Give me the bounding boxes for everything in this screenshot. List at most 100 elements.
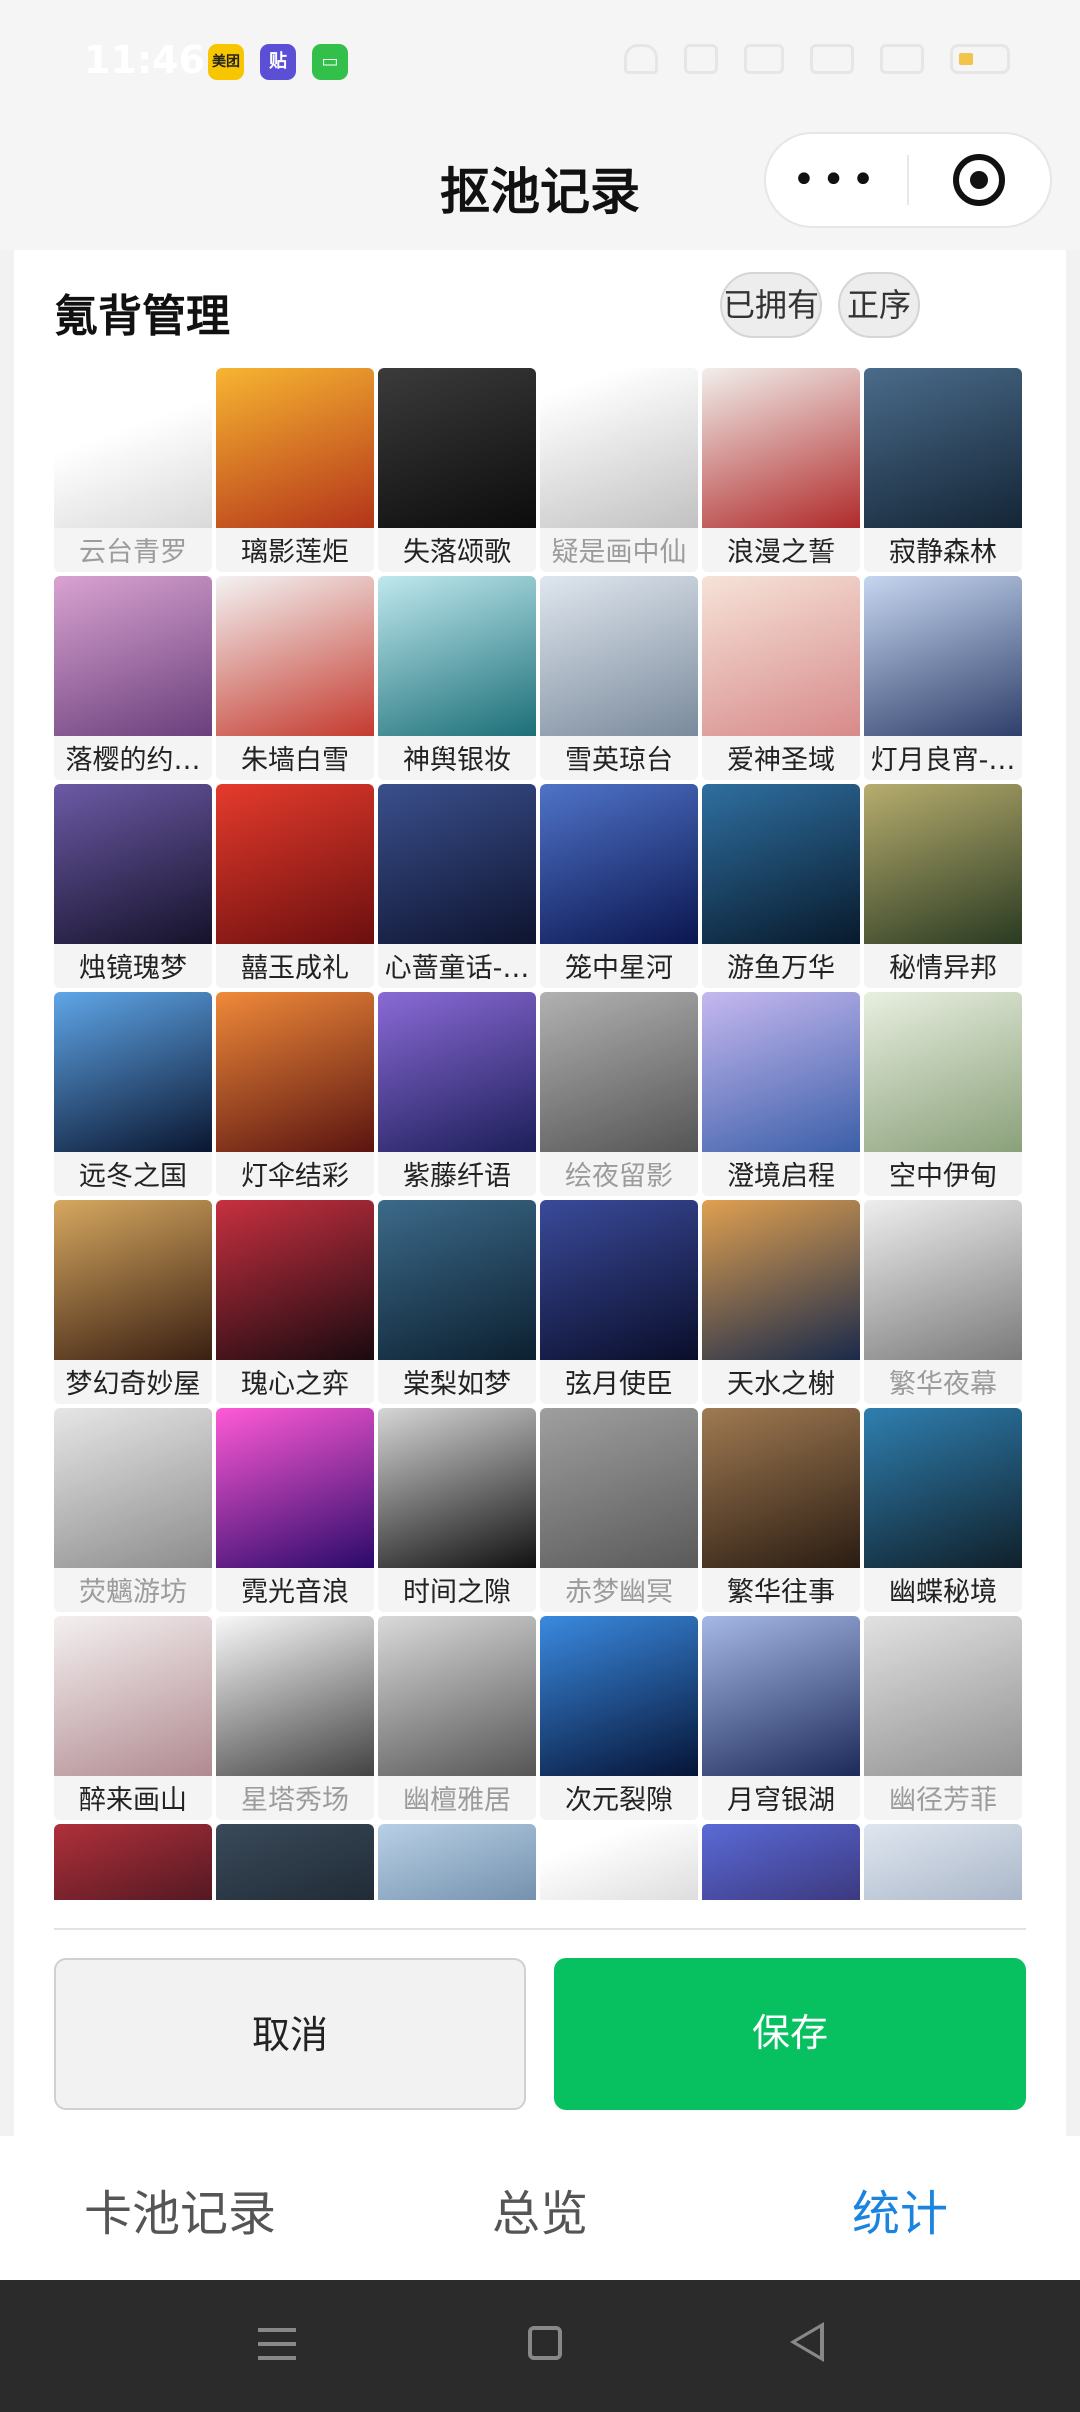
background-name: 游鱼万华 — [727, 953, 835, 984]
background-item[interactable] — [540, 1824, 698, 1900]
background-name: 璃影莲炬 — [241, 537, 349, 568]
back-icon[interactable] — [790, 2322, 824, 2362]
background-item[interactable]: 远冬之国 — [54, 992, 212, 1196]
background-thumbnail — [216, 784, 374, 944]
background-item[interactable]: 秘情异邦 — [864, 784, 1022, 988]
background-item[interactable] — [378, 1824, 536, 1900]
background-thumbnail — [864, 576, 1022, 736]
background-name: 疑是画中仙 — [551, 537, 687, 568]
background-item[interactable] — [216, 1824, 374, 1900]
background-item[interactable]: 时间之隙 — [378, 1408, 536, 1612]
panel-title: 氪背管理 — [54, 291, 230, 342]
background-item[interactable]: 落樱的约… — [54, 576, 212, 780]
background-item[interactable]: 荧魑游坊 — [54, 1408, 212, 1612]
background-thumbnail — [864, 1824, 1022, 1900]
background-item[interactable] — [702, 1824, 860, 1900]
background-item[interactable]: 灯伞结彩 — [216, 992, 374, 1196]
background-name: 落樱的约… — [65, 745, 201, 776]
background-thumbnail — [864, 1616, 1022, 1776]
background-thumbnail — [54, 1408, 212, 1568]
background-item[interactable]: 棠梨如梦 — [378, 1200, 536, 1404]
menu-icon[interactable] — [258, 2328, 296, 2360]
background-thumbnail — [864, 992, 1022, 1152]
background-thumbnail — [378, 1616, 536, 1776]
filter-owned-button[interactable]: 已拥有 — [720, 272, 822, 338]
background-item[interactable]: 爱神圣域 — [702, 576, 860, 780]
background-thumbnail — [378, 784, 536, 944]
background-item[interactable]: 笼中星河 — [540, 784, 698, 988]
message-app-icon: ▭ — [312, 44, 348, 80]
tab-overview[interactable]: 总览 — [492, 2174, 588, 2244]
background-item[interactable]: 幽蝶秘境 — [864, 1408, 1022, 1612]
background-item[interactable]: 雪英琼台 — [540, 576, 698, 780]
background-name: 天水之榭 — [727, 1369, 835, 1400]
home-icon[interactable] — [528, 2326, 562, 2360]
tab-statistics[interactable]: 统计 — [852, 2174, 948, 2244]
background-item[interactable]: 星塔秀场 — [216, 1616, 374, 1820]
background-item[interactable]: 月穹银湖 — [702, 1616, 860, 1820]
background-item[interactable]: 天水之榭 — [702, 1200, 860, 1404]
background-item[interactable]: 空中伊甸 — [864, 992, 1022, 1196]
background-thumbnail — [216, 576, 374, 736]
background-name: 灯月良宵-… — [870, 745, 1016, 776]
more-button[interactable]: ••• — [766, 157, 907, 203]
background-thumbnail — [54, 1200, 212, 1360]
background-item[interactable]: 绘夜留影 — [540, 992, 698, 1196]
background-item[interactable]: 浪漫之誓 — [702, 368, 860, 572]
background-name: 灯伞结彩 — [241, 1161, 349, 1192]
background-item[interactable]: 幽檀雅居 — [378, 1616, 536, 1820]
background-item[interactable]: 霓光音浪 — [216, 1408, 374, 1612]
background-thumbnail — [54, 576, 212, 736]
background-item[interactable]: 赤梦幽冥 — [540, 1408, 698, 1612]
background-item[interactable]: 澄境启程 — [702, 992, 860, 1196]
signal-icon — [810, 44, 854, 74]
background-thumbnail — [54, 1616, 212, 1776]
background-name: 失落颂歌 — [403, 537, 511, 568]
headphone-icon — [624, 44, 658, 74]
background-name: 赤梦幽冥 — [565, 1577, 673, 1608]
background-item[interactable]: 弦月使臣 — [540, 1200, 698, 1404]
background-thumbnail — [378, 992, 536, 1152]
background-thumbnail — [864, 784, 1022, 944]
background-thumbnail — [702, 992, 860, 1152]
background-name: 幽径芳菲 — [889, 1785, 997, 1816]
sort-order-button[interactable]: 正序 — [838, 272, 920, 338]
background-item[interactable]: 梦幻奇妙屋 — [54, 1200, 212, 1404]
background-item[interactable]: 疑是画中仙 — [540, 368, 698, 572]
background-item[interactable]: 朱墙白雪 — [216, 576, 374, 780]
background-item[interactable]: 瑰心之弈 — [216, 1200, 374, 1404]
background-item[interactable]: 繁华往事 — [702, 1408, 860, 1612]
save-button[interactable]: 保存 — [554, 1958, 1026, 2110]
background-thumbnail — [216, 1616, 374, 1776]
status-bar: 11:46 美团 贴 ▭ — [0, 0, 1080, 124]
background-item[interactable]: 寂静森林 — [864, 368, 1022, 572]
background-item[interactable]: 囍玉成礼 — [216, 784, 374, 988]
tab-card-pool-records[interactable]: 卡池记录 — [84, 2174, 276, 2244]
background-item[interactable]: 幽径芳菲 — [864, 1616, 1022, 1820]
background-thumbnail — [378, 368, 536, 528]
background-item[interactable]: 璃影莲炬 — [216, 368, 374, 572]
background-item[interactable]: 心蔷童话-… — [378, 784, 536, 988]
background-thumbnail — [864, 368, 1022, 528]
background-item[interactable]: 云台青罗 — [54, 368, 212, 572]
background-item[interactable] — [54, 1824, 212, 1900]
close-miniapp-button[interactable] — [909, 154, 1050, 206]
background-item[interactable]: 紫藤纤语 — [378, 992, 536, 1196]
background-name: 时间之隙 — [403, 1577, 511, 1608]
cancel-button[interactable]: 取消 — [54, 1958, 526, 2110]
background-thumbnail — [378, 576, 536, 736]
background-item[interactable]: 游鱼万华 — [702, 784, 860, 988]
background-thumbnail — [540, 1200, 698, 1360]
background-thumbnail — [378, 1200, 536, 1360]
signal-icon — [880, 44, 924, 74]
background-item[interactable]: 灯月良宵-… — [864, 576, 1022, 780]
background-item[interactable]: 次元裂隙 — [540, 1616, 698, 1820]
background-item[interactable]: 神舆银妆 — [378, 576, 536, 780]
background-item[interactable]: 失落颂歌 — [378, 368, 536, 572]
background-item[interactable]: 烛镜瑰梦 — [54, 784, 212, 988]
background-item[interactable]: 繁华夜幕 — [864, 1200, 1022, 1404]
background-item[interactable]: 醉来画山 — [54, 1616, 212, 1820]
background-item[interactable] — [864, 1824, 1022, 1900]
background-thumbnail — [702, 784, 860, 944]
background-name: 棠梨如梦 — [403, 1369, 511, 1400]
